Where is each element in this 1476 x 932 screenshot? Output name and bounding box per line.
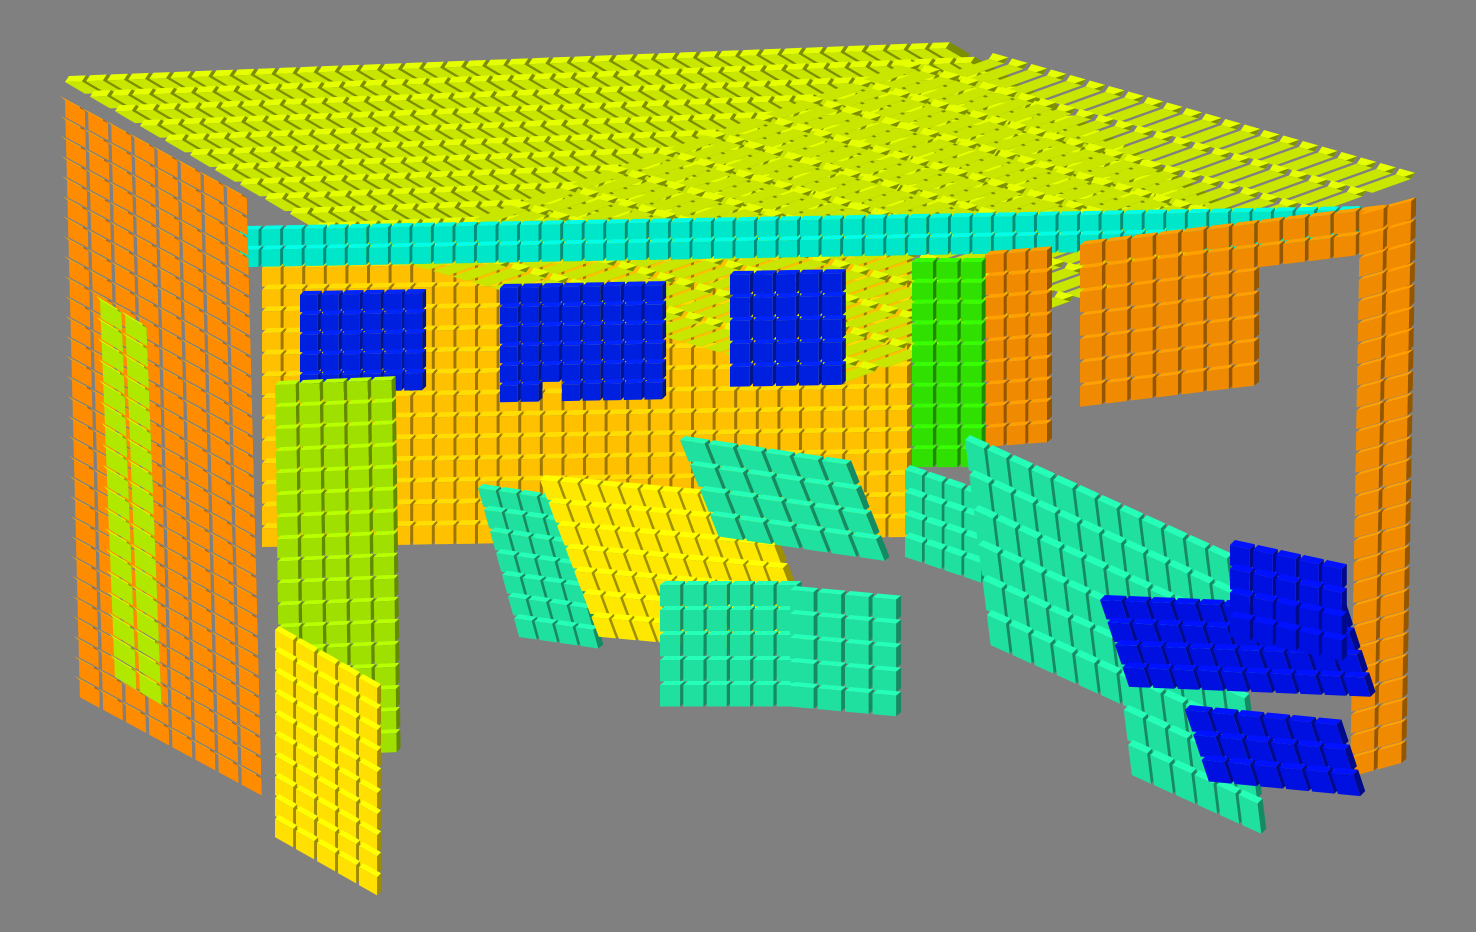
chairs-left-front bbox=[660, 581, 802, 707]
left-wall bbox=[60, 96, 262, 796]
window-middle bbox=[500, 281, 667, 403]
window-right bbox=[730, 269, 846, 387]
voxel-viewport[interactable] bbox=[0, 0, 1476, 932]
chairs-left-right bbox=[790, 586, 902, 717]
voxel-scene[interactable] bbox=[0, 0, 1476, 932]
right-wall bbox=[985, 246, 1052, 447]
window-left bbox=[300, 289, 427, 393]
pillar bbox=[912, 258, 986, 468]
